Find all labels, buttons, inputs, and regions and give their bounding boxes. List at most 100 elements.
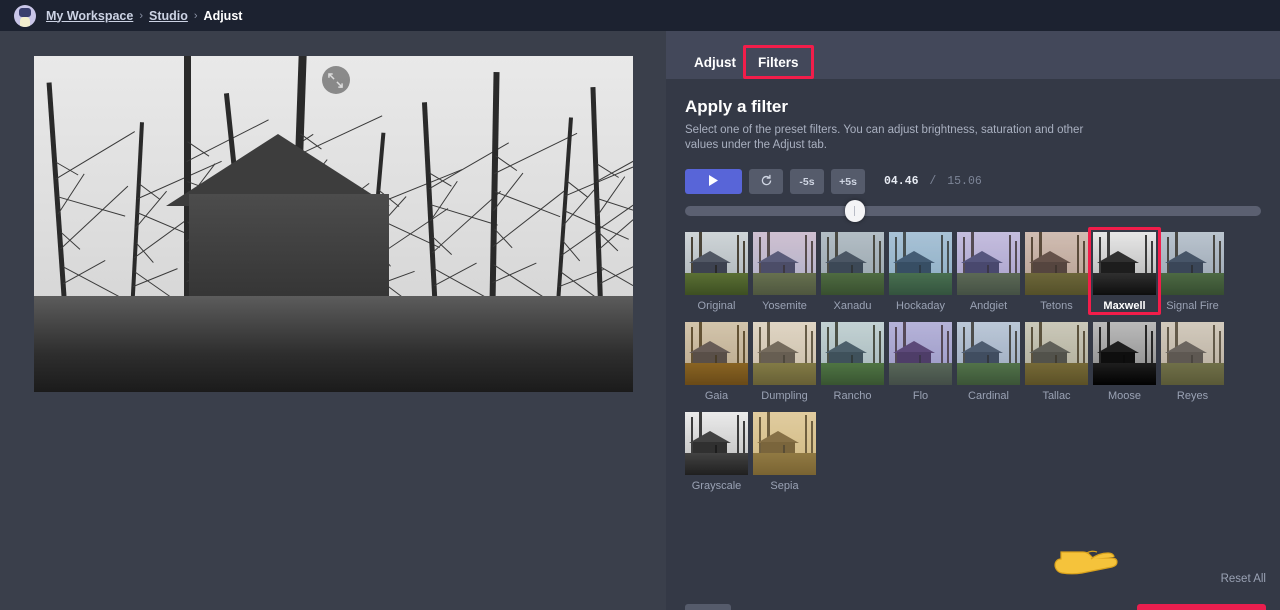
video-preview[interactable] bbox=[34, 56, 633, 392]
filter-thumbnail bbox=[685, 412, 748, 475]
filter-label: Rancho bbox=[821, 390, 884, 402]
filter-thumbnail bbox=[1093, 232, 1156, 295]
filter-label: Andgiet bbox=[957, 300, 1020, 312]
filter-tint-overlay bbox=[1161, 322, 1224, 385]
filter-tint-overlay bbox=[957, 232, 1020, 295]
filter-thumbnail bbox=[753, 232, 816, 295]
total-time: 15.06 bbox=[947, 175, 982, 188]
timecode-display: 04.46 / 15.06 bbox=[884, 175, 982, 188]
filter-tint-overlay bbox=[821, 322, 884, 385]
filter-thumbnail bbox=[753, 412, 816, 475]
timeline-scrubber[interactable] bbox=[685, 206, 1261, 216]
panel-title: Apply a filter bbox=[685, 97, 1261, 117]
filter-thumbnail bbox=[889, 322, 952, 385]
breadcrumb-item-adjust: Adjust bbox=[204, 9, 243, 23]
filter-thumbnail bbox=[685, 322, 748, 385]
filter-option-tallac[interactable]: Tallac bbox=[1025, 322, 1088, 402]
filter-thumbnail bbox=[1025, 322, 1088, 385]
breadcrumb-separator: › bbox=[194, 10, 198, 22]
reset-all-button[interactable]: Reset All bbox=[1221, 573, 1266, 585]
panel-subtitle: Select one of the preset filters. You ca… bbox=[685, 123, 1105, 153]
filter-option-rancho[interactable]: Rancho bbox=[821, 322, 884, 402]
filter-label: Cardinal bbox=[957, 390, 1020, 402]
cancel-button[interactable]: Cancel bbox=[685, 604, 731, 610]
filter-label: Xanadu bbox=[821, 300, 884, 312]
filter-tint-overlay bbox=[957, 322, 1020, 385]
filter-tint-overlay bbox=[753, 412, 816, 475]
filter-tint-overlay bbox=[889, 232, 952, 295]
filter-tint-overlay bbox=[821, 232, 884, 295]
filter-label: Gaia bbox=[685, 390, 748, 402]
breadcrumb: My Workspace › Studio › Adjust bbox=[46, 9, 242, 23]
filter-tint-overlay bbox=[1161, 232, 1224, 295]
filter-option-reyes[interactable]: Reyes bbox=[1161, 322, 1224, 402]
filter-label: Signal Fire bbox=[1161, 300, 1224, 312]
preview-pane bbox=[0, 31, 666, 610]
filters-panel: Apply a filter Select one of the preset … bbox=[666, 79, 1280, 610]
scrubber-handle[interactable] bbox=[845, 200, 865, 222]
filter-option-maxwell[interactable]: Maxwell bbox=[1093, 232, 1156, 312]
user-avatar-icon[interactable] bbox=[14, 5, 36, 27]
filter-thumbnail bbox=[889, 232, 952, 295]
filter-thumbnail bbox=[1161, 232, 1224, 295]
filter-label: Grayscale bbox=[685, 480, 748, 492]
editor-panel: Adjust Filters Apply a filter Select one… bbox=[666, 31, 1280, 610]
filter-option-yosemite[interactable]: Yosemite bbox=[753, 232, 816, 312]
filter-thumbnail bbox=[1161, 322, 1224, 385]
tab-bar: Adjust Filters bbox=[666, 31, 1280, 79]
preview-ground bbox=[34, 296, 633, 392]
filter-thumbnail bbox=[1093, 322, 1156, 385]
expand-icon[interactable] bbox=[322, 66, 350, 94]
filter-option-original[interactable]: Original bbox=[685, 232, 748, 312]
rewind-5s-button[interactable]: -5s bbox=[790, 169, 824, 194]
filter-option-moose[interactable]: Moose bbox=[1093, 322, 1156, 402]
filter-option-dumpling[interactable]: Dumpling bbox=[753, 322, 816, 402]
filter-thumbnail bbox=[685, 232, 748, 295]
filter-option-flo[interactable]: Flo bbox=[889, 322, 952, 402]
play-button[interactable] bbox=[685, 169, 742, 194]
filter-label: Tetons bbox=[1025, 300, 1088, 312]
filter-thumbnail bbox=[821, 322, 884, 385]
filter-option-grayscale[interactable]: Grayscale bbox=[685, 412, 748, 492]
filter-label: Reyes bbox=[1161, 390, 1224, 402]
filter-tint-overlay bbox=[1025, 322, 1088, 385]
breadcrumb-item-my-workspace[interactable]: My Workspace bbox=[46, 9, 133, 23]
top-header-bar: My Workspace › Studio › Adjust bbox=[0, 0, 1280, 31]
forward-5s-button[interactable]: +5s bbox=[831, 169, 865, 194]
tab-adjust[interactable]: Adjust bbox=[685, 49, 745, 79]
filter-tint-overlay bbox=[685, 322, 748, 385]
filter-thumbnail bbox=[957, 232, 1020, 295]
tab-filters[interactable]: Filters bbox=[749, 49, 808, 79]
filter-label: Sepia bbox=[753, 480, 816, 492]
restart-button[interactable] bbox=[749, 169, 783, 194]
filter-tint-overlay bbox=[753, 232, 816, 295]
filter-label: Hockaday bbox=[889, 300, 952, 312]
filter-option-sepia[interactable]: Sepia bbox=[753, 412, 816, 492]
filter-grid: Original Yosemite Xanadu Hockaday Andgiet Tet… bbox=[685, 232, 1261, 492]
filter-label: Maxwell bbox=[1093, 300, 1156, 312]
filter-option-signal-fire[interactable]: Signal Fire bbox=[1161, 232, 1224, 312]
breadcrumb-item-studio[interactable]: Studio bbox=[149, 9, 188, 23]
filter-tint-overlay bbox=[753, 322, 816, 385]
filter-thumbnail bbox=[753, 322, 816, 385]
filter-label: Dumpling bbox=[753, 390, 816, 402]
filter-label: Original bbox=[685, 300, 748, 312]
filter-thumbnail bbox=[1025, 232, 1088, 295]
filter-label: Moose bbox=[1093, 390, 1156, 402]
breadcrumb-separator: › bbox=[139, 10, 143, 22]
filter-thumbnail bbox=[821, 232, 884, 295]
filter-option-tetons[interactable]: Tetons bbox=[1025, 232, 1088, 312]
filter-option-hockaday[interactable]: Hockaday bbox=[889, 232, 952, 312]
filter-label: Flo bbox=[889, 390, 952, 402]
restart-icon bbox=[760, 174, 773, 190]
filter-option-gaia[interactable]: Gaia bbox=[685, 322, 748, 402]
filter-option-andgiet[interactable]: Andgiet bbox=[957, 232, 1020, 312]
playback-controls: -5s +5s 04.46 / 15.06 bbox=[685, 169, 1261, 194]
filter-thumbnail bbox=[957, 322, 1020, 385]
filter-option-xanadu[interactable]: Xanadu bbox=[821, 232, 884, 312]
filter-tint-overlay bbox=[889, 322, 952, 385]
filter-label: Yosemite bbox=[753, 300, 816, 312]
apply-filter-button[interactable]: Apply Filter bbox=[1137, 604, 1266, 610]
filter-option-cardinal[interactable]: Cardinal bbox=[957, 322, 1020, 402]
play-icon bbox=[709, 174, 718, 189]
